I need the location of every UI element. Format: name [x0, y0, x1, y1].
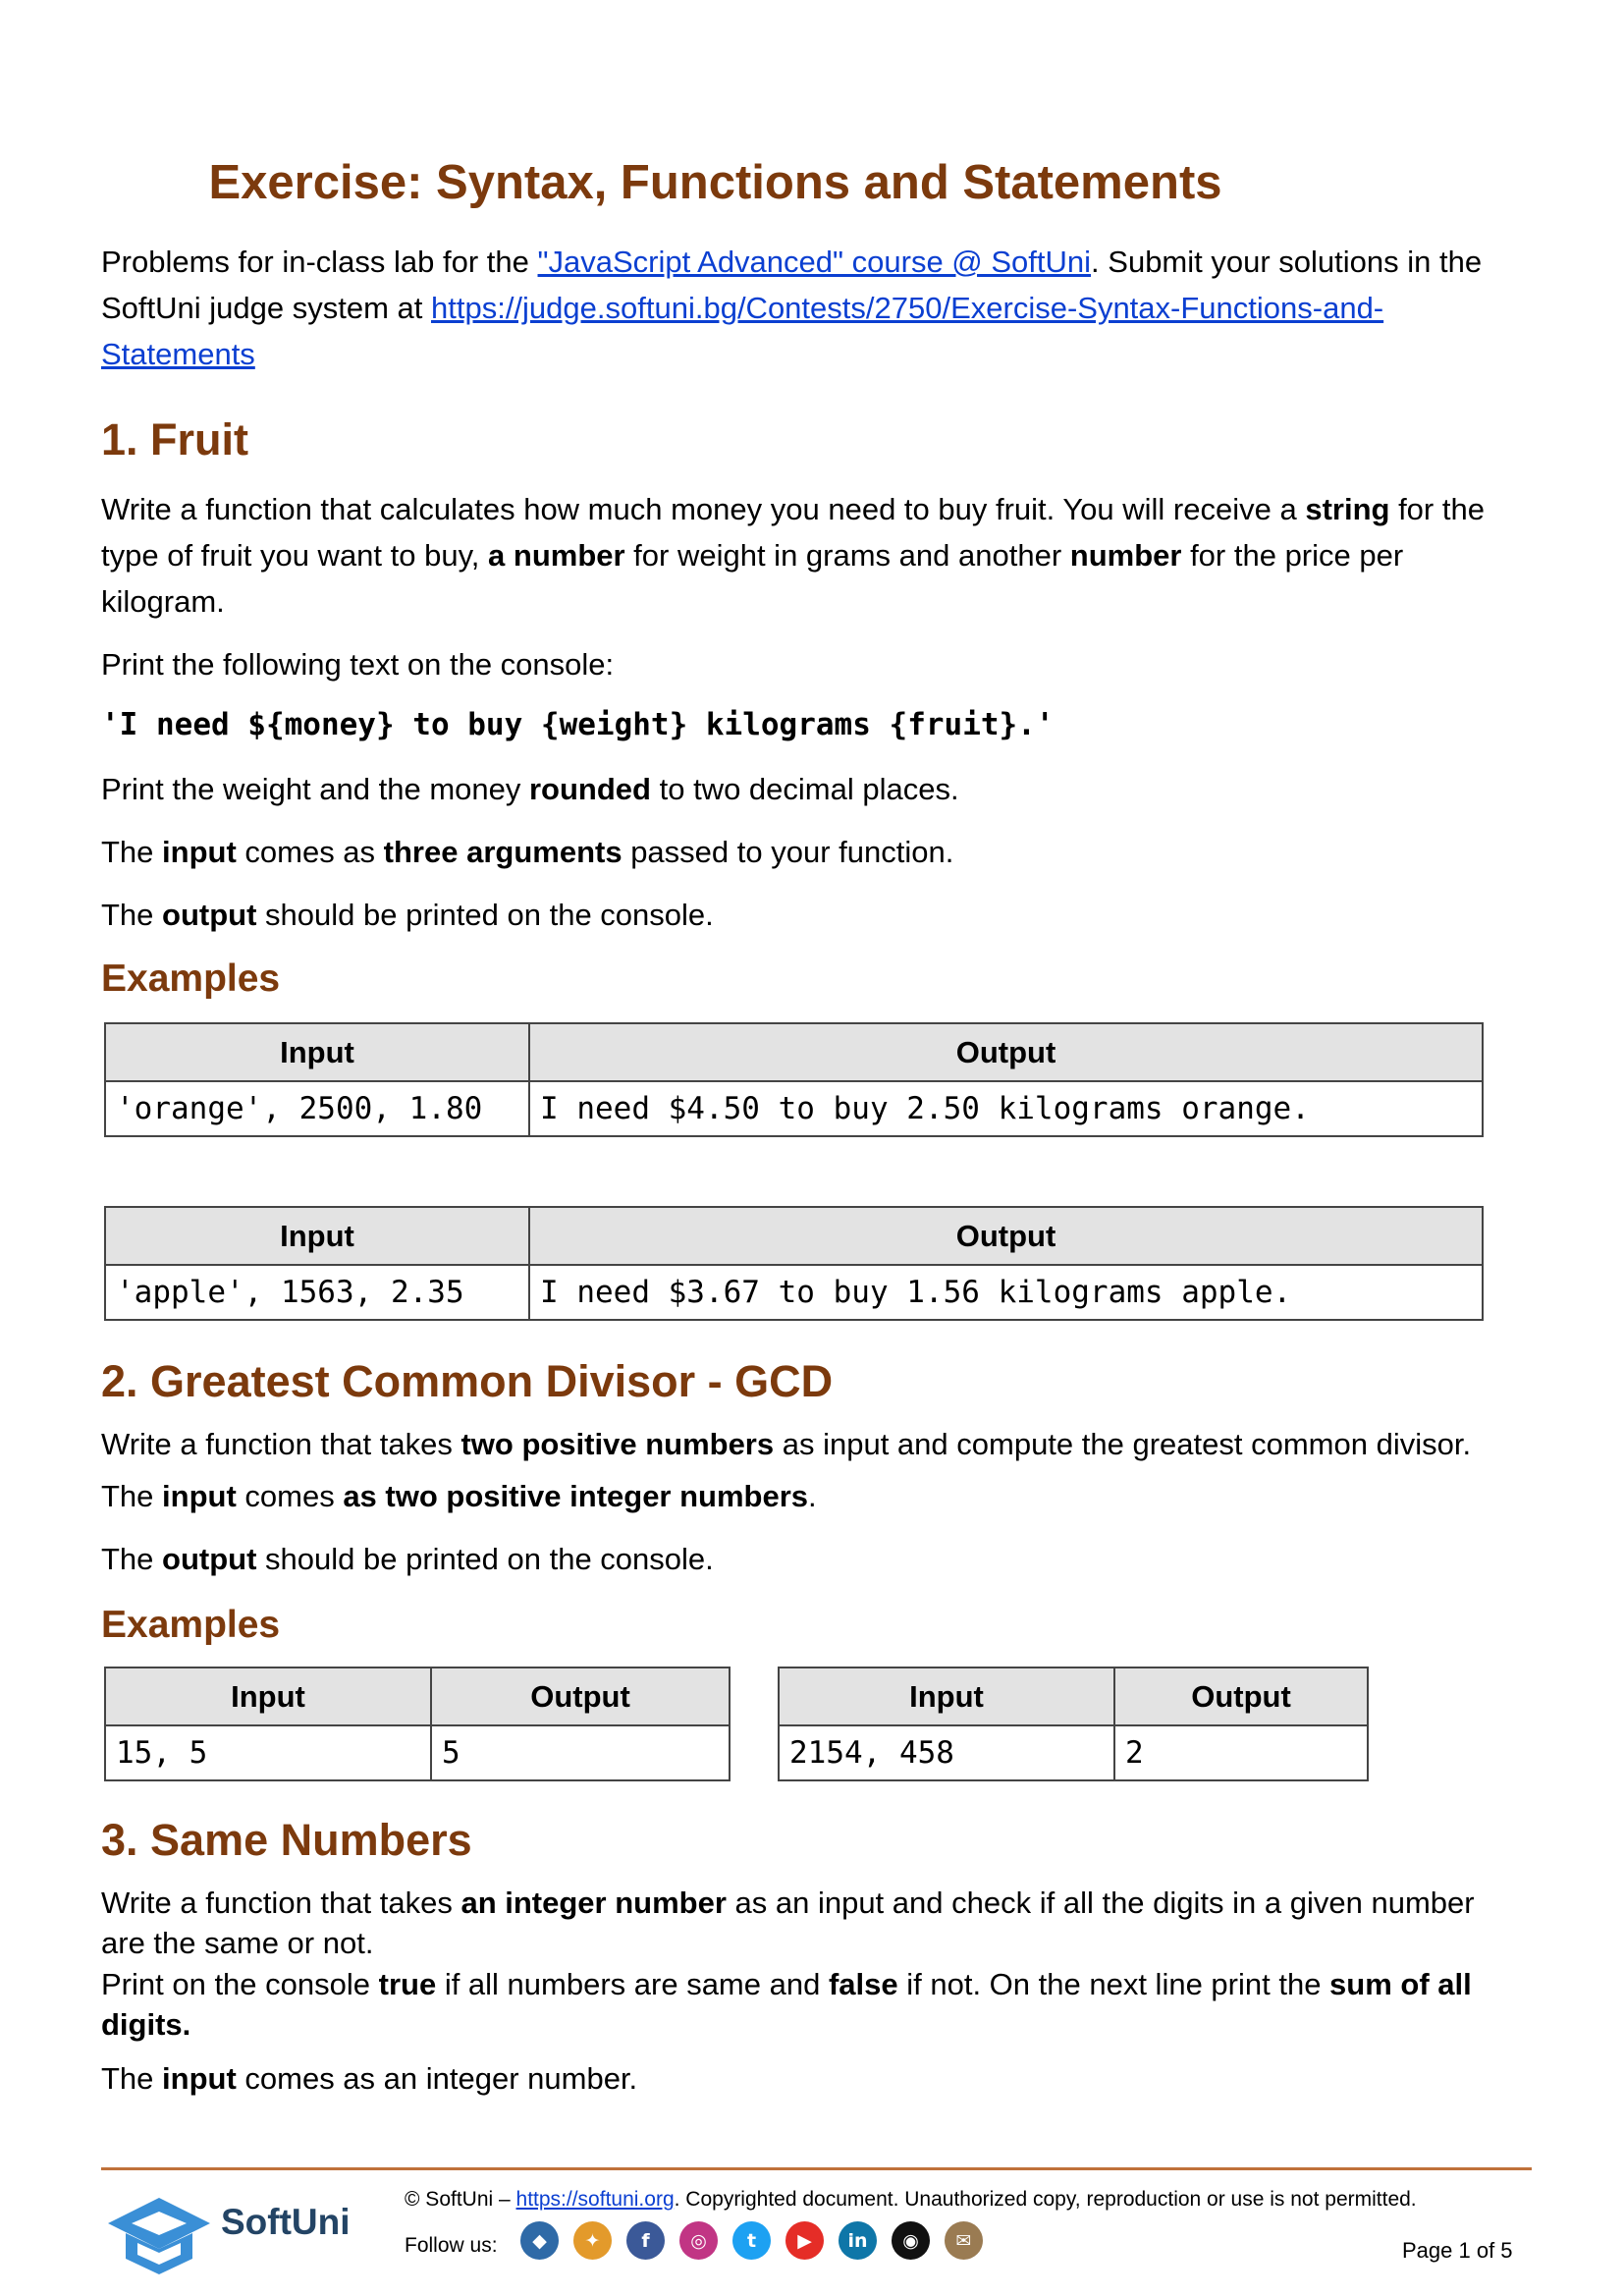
- copyright-text: © SoftUni – https://softuni.org. Copyrig…: [405, 2188, 1417, 2211]
- softuni-mail-icon[interactable]: ✉: [945, 2221, 983, 2260]
- page-title: Exercise: Syntax, Functions and Statemen…: [208, 156, 1222, 209]
- course-link[interactable]: "JavaScript Advanced" course @ SoftUni: [538, 245, 1092, 279]
- section-heading-same-numbers: 3. Same Numbers: [101, 1815, 472, 1865]
- facebook-icon[interactable]: f: [626, 2221, 665, 2260]
- gcd-description: Write a function that takes two positive…: [101, 1427, 1472, 1461]
- table-row: 'apple', 1563, 2.35 I need $3.67 to buy …: [104, 1264, 1484, 1321]
- table-row: 15, 5 5: [104, 1724, 731, 1781]
- same-numbers-input-note: The input comes as an integer number.: [101, 2061, 638, 2096]
- input-cell: 2154, 458: [778, 1724, 1115, 1781]
- fruit-example-table-1: Input Output 'orange', 2500, 1.80 I need…: [104, 1022, 1484, 1137]
- input-header: Input: [778, 1667, 1115, 1726]
- gcd-example-table-2: Input Output 2154, 458 2: [778, 1667, 1369, 1781]
- section-heading-gcd: 2. Greatest Common Divisor - GCD: [101, 1356, 834, 1406]
- table-header-row: Input Output: [104, 1667, 731, 1726]
- twitter-icon[interactable]: t: [732, 2221, 771, 2260]
- table-header-row: Input Output: [778, 1667, 1369, 1726]
- gcd-examples-heading: Examples: [101, 1604, 281, 1646]
- softuni-creative-icon[interactable]: ✦: [573, 2221, 612, 2260]
- output-header: Output: [528, 1206, 1484, 1266]
- input-cell: 'orange', 2500, 1.80: [104, 1080, 530, 1137]
- section-heading-fruit: 1. Fruit: [101, 414, 249, 465]
- output-header: Output: [1113, 1667, 1369, 1726]
- table-row: 2154, 458 2: [778, 1724, 1369, 1781]
- output-cell: 5: [430, 1724, 731, 1781]
- follow-label: Follow us:: [405, 2234, 498, 2257]
- social-icons: ◆ ✦ f ◎ t ▶ in ◉ ✉: [520, 2221, 983, 2260]
- input-header: Input: [104, 1667, 432, 1726]
- fruit-rounding-note: Print the weight and the money rounded t…: [101, 772, 959, 806]
- fruit-output-template: 'I need ${money} to buy {weight} kilogra…: [101, 707, 1055, 742]
- fruit-print-instruction: Print the following text on the console:: [101, 647, 615, 682]
- github-icon[interactable]: ◉: [892, 2221, 930, 2260]
- linkedin-icon[interactable]: in: [839, 2221, 877, 2260]
- table-header-row: Input Output: [104, 1206, 1484, 1266]
- youtube-icon[interactable]: ▶: [785, 2221, 824, 2260]
- intro-text: Problems for in-class lab for the: [101, 245, 538, 279]
- output-cell: 2: [1113, 1724, 1369, 1781]
- fruit-output-note: The output should be printed on the cons…: [101, 898, 714, 932]
- output-cell: I need $3.67 to buy 1.56 kilograms apple…: [528, 1264, 1484, 1321]
- output-header: Output: [430, 1667, 731, 1726]
- table-row: 'orange', 2500, 1.80 I need $4.50 to buy…: [104, 1080, 1484, 1137]
- output-cell: I need $4.50 to buy 2.50 kilograms orang…: [528, 1080, 1484, 1137]
- input-header: Input: [104, 1022, 530, 1082]
- softuni-link[interactable]: https://softuni.org: [516, 2188, 675, 2211]
- fruit-description: Write a function that calculates how muc…: [101, 492, 1485, 619]
- gcd-input-note: The input comes as two positive integer …: [101, 1479, 817, 1513]
- input-cell: 15, 5: [104, 1724, 432, 1781]
- instagram-icon[interactable]: ◎: [679, 2221, 718, 2260]
- output-header: Output: [528, 1022, 1484, 1082]
- fruit-example-table-2: Input Output 'apple', 1563, 2.35 I need …: [104, 1206, 1484, 1321]
- input-header: Input: [104, 1206, 530, 1266]
- fruit-examples-heading: Examples: [101, 957, 281, 1000]
- softuni-brand: SoftUni: [221, 2202, 351, 2242]
- table-header-row: Input Output: [104, 1022, 1484, 1082]
- gcd-output-note: The output should be printed on the cons…: [101, 1542, 714, 1576]
- softuni-icon[interactable]: ◆: [520, 2221, 559, 2260]
- fruit-input-note: The input comes as three arguments passe…: [101, 835, 954, 869]
- input-cell: 'apple', 1563, 2.35: [104, 1264, 530, 1321]
- intro-paragraph: Problems for in-class lab for the "JavaS…: [101, 239, 1532, 377]
- same-numbers-print-note: Print on the console true if all numbers…: [101, 1967, 1472, 2042]
- footer-divider: [101, 2167, 1532, 2170]
- page-number: Page 1 of 5: [1402, 2238, 1513, 2263]
- same-numbers-description: Write a function that takes an integer n…: [101, 1886, 1475, 1960]
- softuni-logo-icon: [108, 2198, 210, 2274]
- gcd-example-table-1: Input Output 15, 5 5: [104, 1667, 731, 1781]
